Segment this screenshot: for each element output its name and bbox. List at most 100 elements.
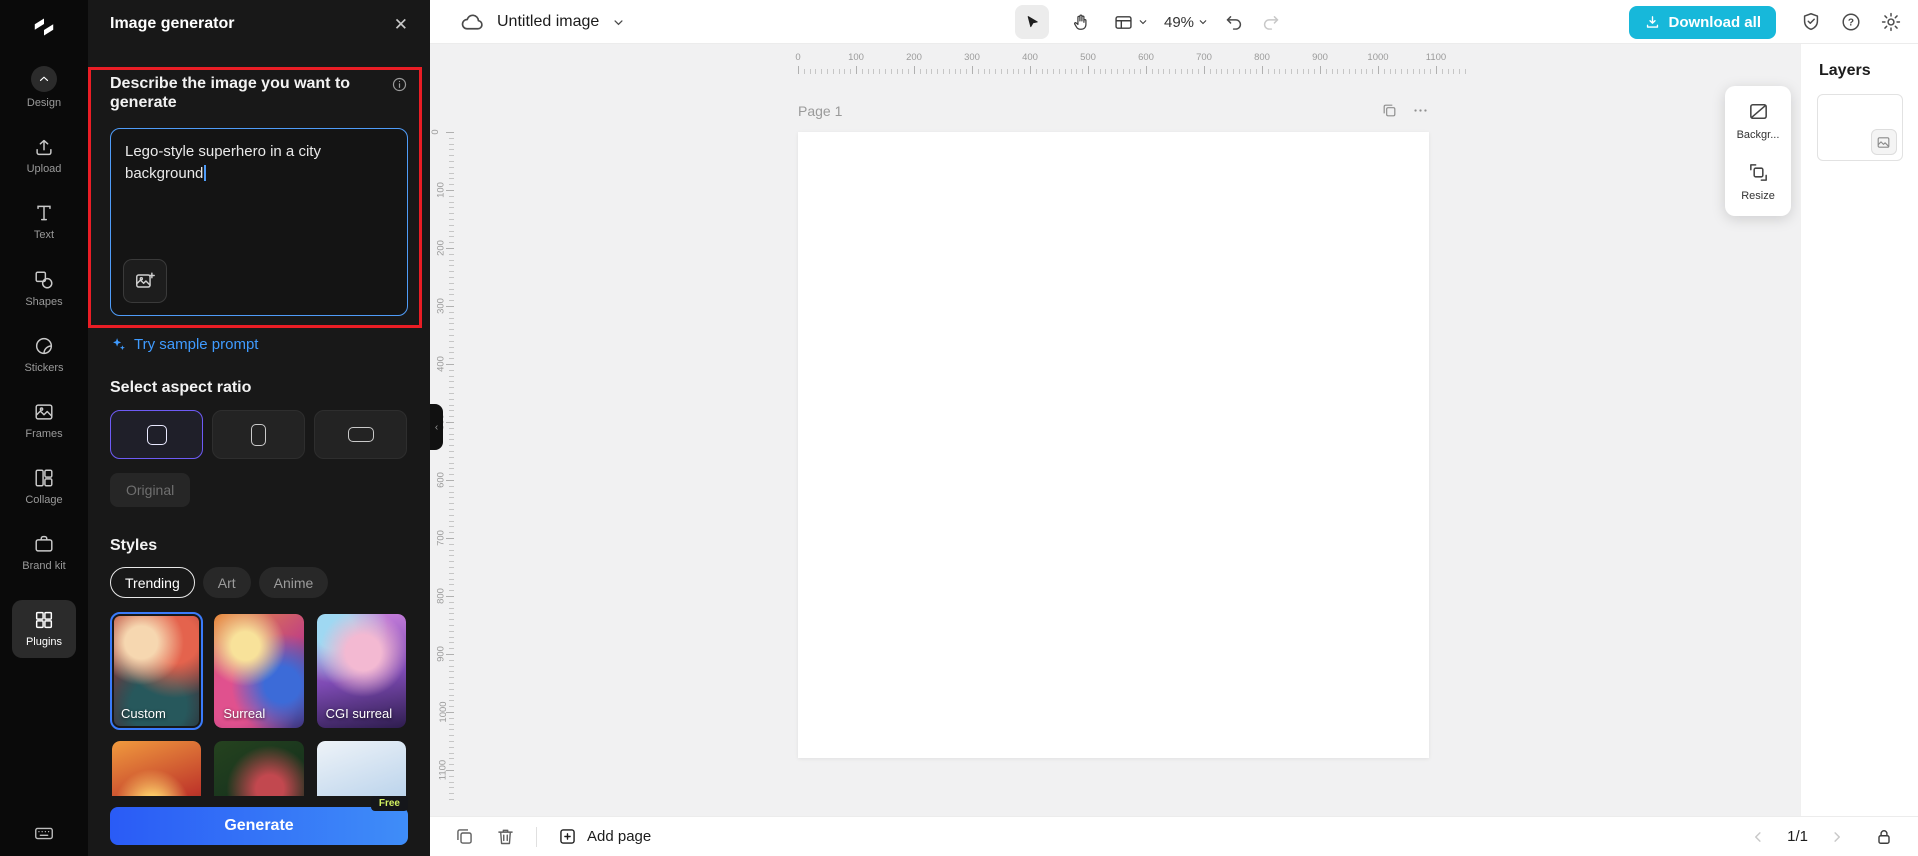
page-indicator: 1/1 (1787, 828, 1808, 845)
style-card-cgi-surreal[interactable]: CGI surreal (315, 612, 408, 730)
tab-anime[interactable]: Anime (258, 567, 329, 599)
cloud-save-icon[interactable] (460, 10, 485, 35)
sidebar-item-brand-kit[interactable]: Brand kit (8, 533, 80, 573)
brand-kit-icon (33, 533, 55, 555)
layers-panel: Layers (1800, 44, 1918, 816)
redo-icon[interactable] (1260, 12, 1281, 33)
sidebar-item-frames[interactable]: Frames (8, 401, 80, 441)
page-label: Page 1 (798, 102, 843, 119)
style-card-custom[interactable]: Custom (110, 612, 204, 731)
style-card-surreal[interactable]: Surreal (212, 612, 305, 730)
download-all-label: Download all (1668, 13, 1761, 31)
lock-icon[interactable] (1874, 827, 1894, 847)
settings-gear-icon[interactable] (1880, 11, 1902, 33)
sidebar-item-shapes[interactable]: Shapes (8, 269, 80, 309)
aspect-ratio-options (110, 410, 408, 460)
add-page-label: Add page (587, 828, 652, 845)
sidebar-item-stickers[interactable]: Stickers (8, 335, 80, 375)
sidebar-item-plugins[interactable]: Plugins (12, 599, 76, 658)
panel-collapse-handle[interactable]: ‹ (430, 404, 443, 450)
chevron-down-icon[interactable] (611, 15, 626, 30)
main-area: Untitled image 49% Download all ? 0 100 … (430, 0, 1918, 856)
try-sample-prompt-label: Try sample prompt (134, 336, 259, 354)
add-reference-image-button[interactable] (123, 259, 167, 304)
panel-header: Image generator ✕ (88, 0, 430, 48)
next-page-icon[interactable] (1828, 828, 1846, 846)
layout-grid-button[interactable] (1113, 12, 1149, 33)
style-tabs: Trending Art Anime (110, 567, 408, 599)
delete-page-icon[interactable] (495, 826, 516, 847)
help-icon[interactable]: ? (1840, 11, 1862, 33)
prompt-input[interactable]: Lego-style superhero in a city backgroun… (110, 128, 408, 317)
download-all-button[interactable]: Download all (1629, 5, 1776, 39)
background-label: Backgr... (1736, 129, 1780, 141)
tab-art[interactable]: Art (202, 567, 251, 599)
collage-icon (33, 467, 55, 489)
style-card-label: CGI surreal (325, 706, 393, 722)
sidebar-item-upload[interactable]: Upload (8, 136, 80, 176)
aspect-landscape-button[interactable] (314, 410, 407, 460)
app-logo-icon[interactable] (29, 12, 59, 42)
generate-button[interactable]: Generate (110, 807, 408, 845)
close-icon[interactable]: ✕ (394, 16, 408, 33)
original-ratio-button[interactable]: Original (110, 473, 191, 508)
keyboard-shortcuts-icon[interactable] (33, 822, 55, 844)
sidebar-item-label: Shapes (25, 295, 63, 308)
shapes-icon (33, 269, 55, 291)
app-sidebar: Design Upload Text Shapes Stickers Frame… (0, 0, 88, 856)
svg-text:?: ? (1848, 18, 1854, 29)
workspace: 0 100 200 300 400 500 600 700 800 900 1000 1100 0 10… (430, 44, 1918, 816)
duplicate-page-button-icon[interactable] (454, 826, 475, 847)
shield-check-icon[interactable] (1800, 11, 1822, 33)
sidebar-item-label: Frames (25, 427, 63, 440)
info-icon[interactable] (391, 76, 408, 112)
canvas-page[interactable] (798, 132, 1429, 758)
divider (536, 826, 537, 847)
horizontal-ruler: 0 100 200 300 400 500 600 700 800 900 1000 1100 (430, 52, 1800, 74)
text-cursor (204, 165, 207, 182)
sidebar-item-label: Stickers (24, 361, 64, 374)
aspect-square-button[interactable] (110, 410, 203, 460)
select-tool-button[interactable] (1015, 5, 1049, 39)
panel-title: Image generator (110, 15, 235, 32)
sparkle-icon (110, 336, 127, 353)
image-generator-panel: Image generator ✕ Describe the image you… (88, 0, 430, 856)
text-icon (33, 202, 55, 224)
layer-image-badge-icon (1870, 129, 1897, 155)
add-page-button[interactable]: Add page (557, 826, 651, 847)
aspect-ratio-label: Select aspect ratio (110, 379, 252, 397)
layer-thumbnail[interactable] (1816, 94, 1903, 161)
duplicate-page-icon[interactable] (1381, 102, 1398, 119)
resize-label: Resize (1741, 190, 1775, 202)
background-button[interactable]: Backgr... (1729, 100, 1787, 141)
sidebar-item-design[interactable]: Design (8, 66, 80, 110)
prompt-label: Describe the image you want to generate (110, 75, 351, 112)
prompt-value: Lego-style superhero in a city backgroun… (125, 143, 321, 183)
sidebar-item-collage[interactable]: Collage (8, 467, 80, 507)
page-menu-dots-icon[interactable] (1412, 102, 1429, 119)
top-toolbar: Untitled image 49% Download all ? (430, 0, 1918, 44)
sidebar-item-label: Text (33, 229, 55, 242)
style-card-label: Custom (121, 706, 166, 722)
stickers-icon (33, 335, 55, 357)
square-ratio-icon (146, 424, 167, 445)
plugins-icon (33, 609, 55, 631)
tab-trending[interactable]: Trending (110, 567, 195, 599)
upload-icon (33, 136, 55, 158)
document-title[interactable]: Untitled image (497, 13, 599, 31)
sidebar-item-label: Plugins (25, 635, 63, 648)
bottom-bar: Add page 1/1 (430, 816, 1918, 856)
aspect-portrait-button[interactable] (212, 410, 305, 460)
zoom-level: 49% (1164, 13, 1195, 31)
landscape-ratio-icon (347, 427, 374, 443)
canvas-area[interactable]: 0 100 200 300 400 500 600 700 800 900 1000 1100 0 10… (430, 44, 1800, 816)
try-sample-prompt-link[interactable]: Try sample prompt (110, 336, 408, 353)
sidebar-item-text[interactable]: Text (8, 202, 80, 242)
undo-icon[interactable] (1224, 12, 1245, 33)
hand-tool-button[interactable] (1064, 5, 1098, 39)
zoom-control[interactable]: 49% (1164, 14, 1209, 31)
previous-page-icon[interactable] (1749, 828, 1767, 846)
resize-button[interactable]: Resize (1729, 161, 1787, 202)
sidebar-item-label: Design (26, 97, 62, 109)
styles-label: Styles (110, 537, 158, 555)
